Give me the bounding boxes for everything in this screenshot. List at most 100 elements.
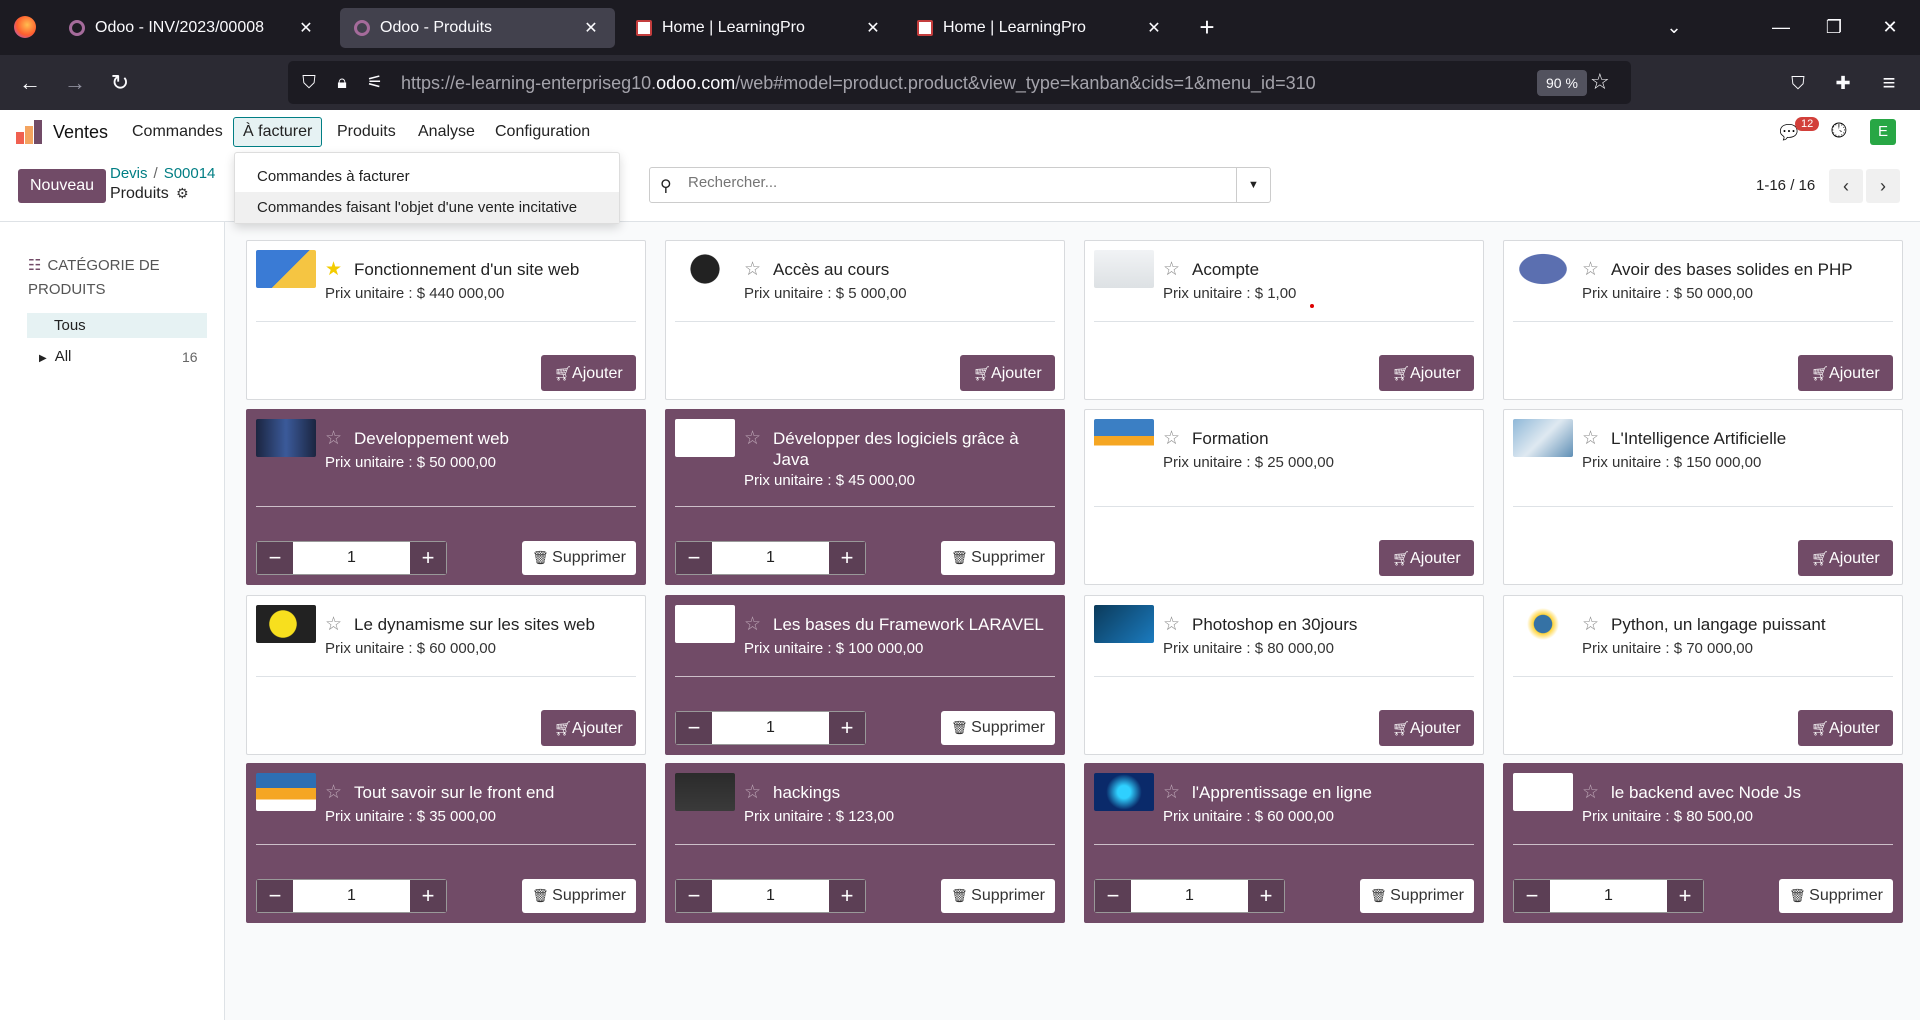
- close-icon[interactable]: ✕: [296, 18, 316, 38]
- add-button[interactable]: 🛒︎Ajouter: [960, 355, 1055, 391]
- firefox-logo-icon[interactable]: [14, 16, 36, 38]
- close-icon[interactable]: ✕: [581, 18, 601, 38]
- plus-button[interactable]: +: [829, 542, 865, 574]
- product-card[interactable]: ☆ Développer des logiciels grâce à Java Pr…: [665, 409, 1065, 585]
- quantity-stepper[interactable]: −1 +: [675, 879, 866, 913]
- caret-right-icon[interactable]: ▶: [39, 353, 47, 364]
- star-icon[interactable]: ☆: [325, 781, 342, 804]
- star-icon[interactable]: ☆: [1163, 258, 1180, 281]
- quantity-stepper[interactable]: −1 +: [1094, 879, 1285, 913]
- add-button[interactable]: 🛒︎Ajouter: [1379, 710, 1474, 746]
- quantity-stepper[interactable]: −1 +: [1513, 879, 1704, 913]
- new-button[interactable]: Nouveau: [18, 169, 107, 203]
- search-input[interactable]: [688, 174, 1208, 191]
- add-button[interactable]: 🛒︎Ajouter: [1798, 710, 1893, 746]
- remove-button[interactable]: 🗑︎ Supprimer: [1360, 879, 1474, 913]
- add-button[interactable]: 🛒︎Ajouter: [541, 355, 636, 391]
- hamburger-menu-icon[interactable]: ≡: [1873, 67, 1905, 99]
- product-card[interactable]: ☆ l'Apprentissage en ligne Prix unitaire :…: [1084, 763, 1484, 923]
- search-options-toggle-icon[interactable]: ▼: [1236, 168, 1270, 202]
- minus-button[interactable]: −: [1514, 880, 1550, 912]
- menu-item-commandes-a-facturer[interactable]: Commandes à facturer: [235, 161, 619, 192]
- menu-produits[interactable]: Produits: [337, 123, 396, 141]
- minus-button[interactable]: −: [676, 542, 712, 574]
- quantity-stepper[interactable]: −1 +: [675, 711, 866, 745]
- star-icon[interactable]: ☆: [1163, 427, 1180, 450]
- menu-commandes[interactable]: Commandes: [132, 123, 223, 141]
- star-icon[interactable]: ☆: [325, 613, 342, 636]
- gear-icon[interactable]: ⚙: [176, 185, 189, 202]
- url-text[interactable]: https://e-learning-enterpriseg10.odoo.co…: [401, 73, 1316, 94]
- reload-icon[interactable]: ↻: [104, 67, 136, 99]
- product-card[interactable]: ☆ Avoir des bases solides en PHP Prix unit…: [1503, 240, 1903, 400]
- remove-button[interactable]: 🗑︎ Supprimer: [522, 541, 636, 575]
- star-icon[interactable]: ☆: [1582, 258, 1599, 281]
- user-avatar[interactable]: E: [1870, 119, 1896, 145]
- star-icon[interactable]: ☆: [325, 427, 342, 450]
- breadcrumb-order[interactable]: S00014: [164, 165, 216, 182]
- plus-button[interactable]: +: [829, 880, 865, 912]
- quantity-value[interactable]: 1: [1550, 880, 1667, 912]
- new-tab-button[interactable]: +: [1192, 10, 1222, 44]
- back-arrow-icon[interactable]: ←: [14, 67, 46, 99]
- permissions-icon[interactable]: ⚟: [364, 72, 386, 93]
- minus-button[interactable]: −: [257, 880, 293, 912]
- remove-button[interactable]: 🗑︎ Supprimer: [522, 879, 636, 913]
- sales-app-icon[interactable]: [16, 120, 44, 144]
- remove-button[interactable]: 🗑︎ Supprimer: [941, 541, 1055, 575]
- quantity-stepper[interactable]: −1 +: [256, 879, 447, 913]
- pager-value[interactable]: 1-16 / 16: [1756, 177, 1815, 194]
- lock-icon[interactable]: 🔒︎: [331, 72, 353, 93]
- close-icon[interactable]: ✕: [863, 18, 883, 38]
- star-icon[interactable]: ☆: [744, 781, 761, 804]
- quantity-value[interactable]: 1: [1131, 880, 1248, 912]
- product-card[interactable]: ☆ hackings Prix unitaire : $ 123,00 −1 + 🗑︎ S…: [665, 763, 1065, 923]
- search-bar[interactable]: ⚲ ▼: [649, 167, 1271, 203]
- product-card[interactable]: ☆ Les bases du Framework LARAVEL Prix unit…: [665, 595, 1065, 755]
- url-bar[interactable]: ⛉ 🔒︎ ⚟ https://e-learning-enterpriseg10.…: [288, 61, 1631, 104]
- app-name[interactable]: Ventes: [53, 122, 108, 143]
- browser-tab-active[interactable]: Odoo - Produits ✕: [340, 8, 615, 48]
- star-icon[interactable]: ☆: [1582, 427, 1599, 450]
- product-card[interactable]: ★ Fonctionnement d'un site web Prix unitai…: [246, 240, 646, 400]
- product-card[interactable]: ☆ Developpement web Prix unitaire : $ 50 0…: [246, 409, 646, 585]
- quantity-value[interactable]: 1: [712, 542, 829, 574]
- add-button[interactable]: 🛒︎Ajouter: [1798, 540, 1893, 576]
- product-card[interactable]: ☆ Tout savoir sur le front end Prix unitai…: [246, 763, 646, 923]
- star-icon[interactable]: ☆: [1163, 613, 1180, 636]
- product-card[interactable]: ☆ Photoshop en 30jours Prix unitaire : $ 8…: [1084, 595, 1484, 755]
- browser-tab[interactable]: Home | LearningPro ✕: [622, 8, 897, 48]
- remove-button[interactable]: 🗑︎ Supprimer: [941, 879, 1055, 913]
- tab-list-chevron-icon[interactable]: ⌄: [1659, 12, 1689, 42]
- add-button[interactable]: 🛒︎Ajouter: [1379, 540, 1474, 576]
- product-card[interactable]: ☆ L'Intelligence Artificielle Prix unitair…: [1503, 409, 1903, 585]
- product-card[interactable]: ☆ Le dynamisme sur les sites web Prix unit…: [246, 595, 646, 755]
- category-tous[interactable]: Tous: [27, 313, 207, 338]
- close-icon[interactable]: ✕: [1144, 18, 1164, 38]
- menu-a-facturer[interactable]: À facturer: [233, 117, 323, 147]
- star-icon[interactable]: ☆: [1163, 781, 1180, 804]
- quantity-stepper[interactable]: −1 +: [256, 541, 447, 575]
- remove-button[interactable]: 🗑︎ Supprimer: [941, 711, 1055, 745]
- browser-tab[interactable]: Home | LearningPro ✕: [903, 8, 1178, 48]
- quantity-value[interactable]: 1: [293, 880, 410, 912]
- extensions-icon[interactable]: ✚: [1827, 67, 1859, 99]
- product-card[interactable]: ☆ Accès au cours Prix unitaire : $ 5 000,0…: [665, 240, 1065, 400]
- minus-button[interactable]: −: [676, 712, 712, 744]
- quantity-value[interactable]: 1: [712, 880, 829, 912]
- menu-analyse[interactable]: Analyse: [418, 123, 475, 141]
- quantity-stepper[interactable]: −1 +: [675, 541, 866, 575]
- bookmark-star-icon[interactable]: ☆: [1590, 69, 1610, 95]
- quantity-value[interactable]: 1: [293, 542, 410, 574]
- menu-item-vente-incitative[interactable]: Commandes faisant l'objet d'une vente in…: [235, 192, 619, 223]
- plus-button[interactable]: +: [1667, 880, 1703, 912]
- minimize-icon[interactable]: —: [1766, 12, 1796, 42]
- breadcrumb-devis[interactable]: Devis: [110, 165, 148, 182]
- zoom-indicator[interactable]: 90 %: [1537, 70, 1587, 96]
- star-icon[interactable]: ☆: [1582, 781, 1599, 804]
- product-card[interactable]: ☆ Acompte Prix unitaire : $ 1,00 🛒︎Ajouter: [1084, 240, 1484, 400]
- product-card[interactable]: ☆ Formation Prix unitaire : $ 25 000,00 🛒︎A…: [1084, 409, 1484, 585]
- shield-icon[interactable]: ⛉: [298, 72, 320, 93]
- remove-button[interactable]: 🗑︎ Supprimer: [1779, 879, 1893, 913]
- pager-previous-button[interactable]: ‹: [1829, 169, 1863, 203]
